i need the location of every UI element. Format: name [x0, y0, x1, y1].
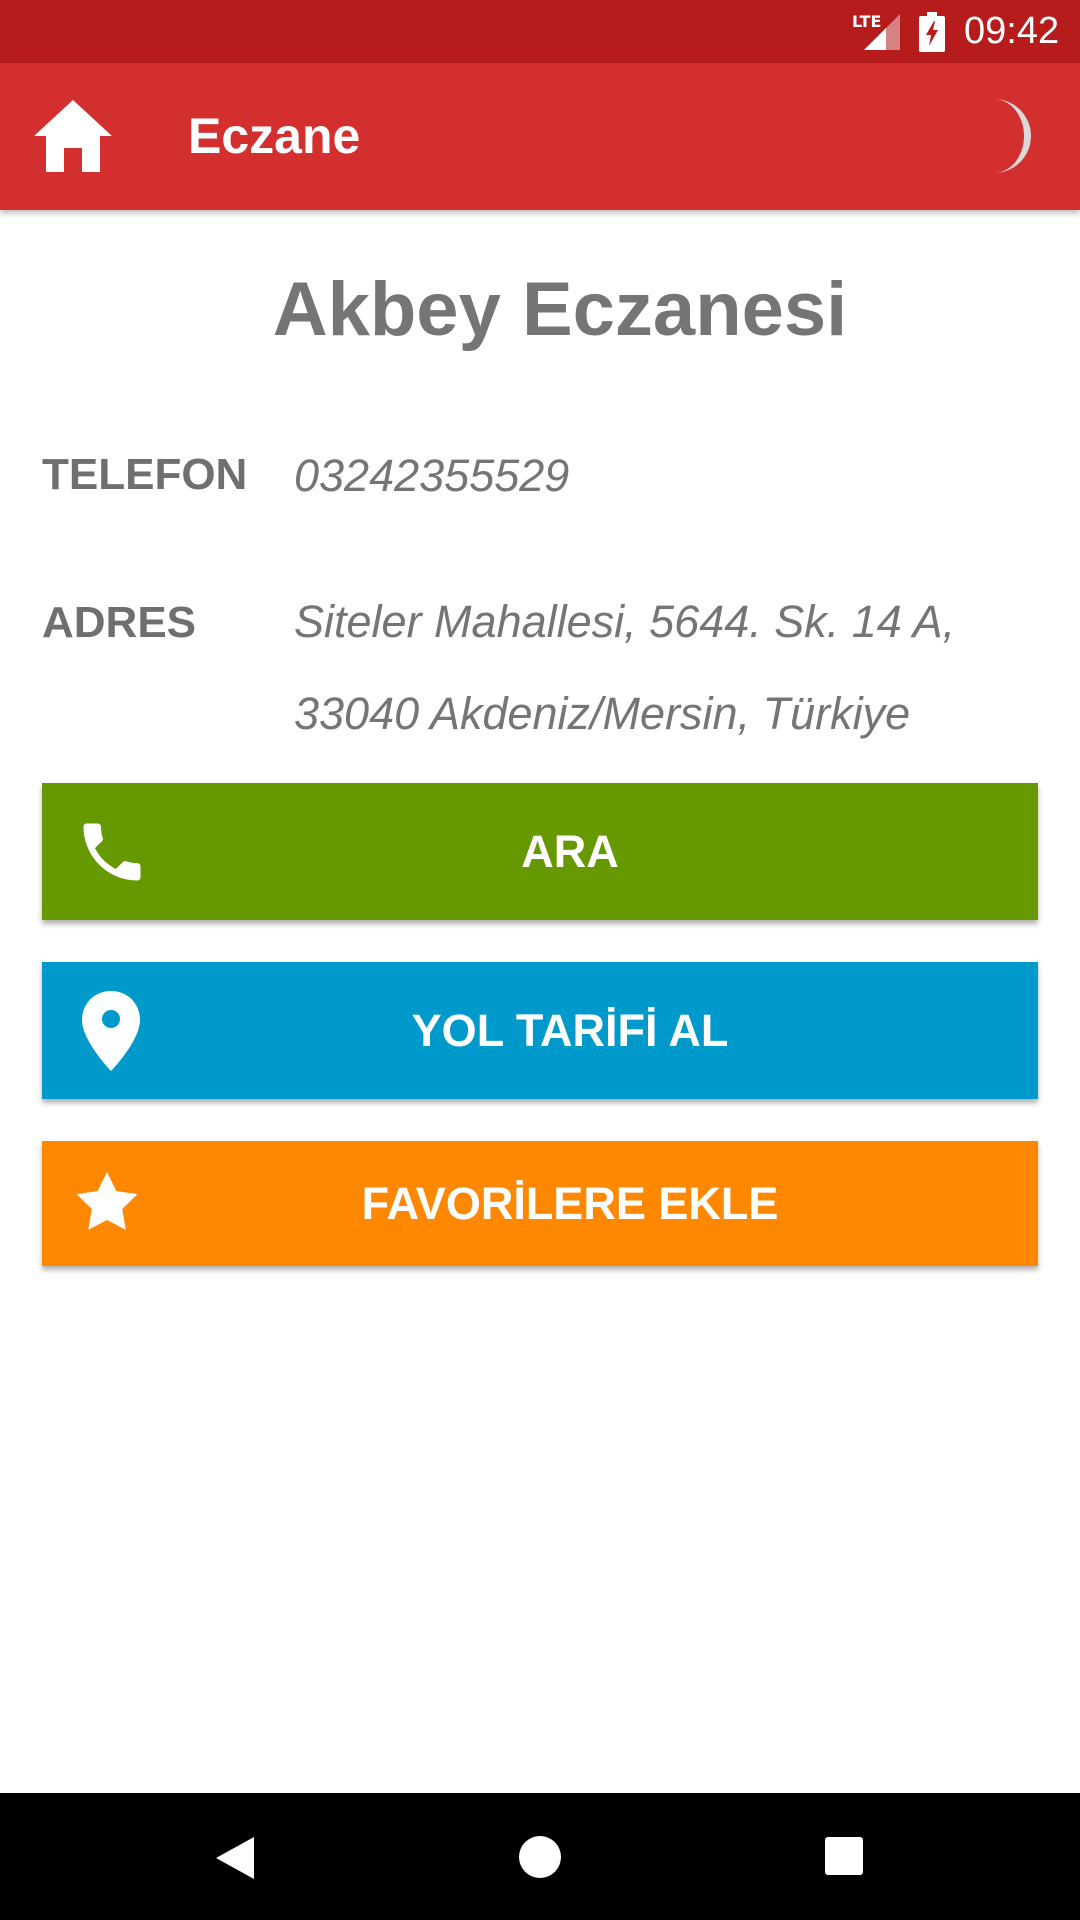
status-bar: LTE 09:42 — [0, 0, 1080, 63]
home-icon[interactable] — [32, 98, 114, 174]
pharmacy-detail: Akbey Eczanesi TELEFON 03242355529 ADRES… — [0, 210, 1080, 1793]
call-button[interactable]: ARA — [42, 783, 1038, 920]
address-line-2: 33040 Akdeniz/Mersin, Türkiye — [294, 688, 911, 739]
pharmacy-name: Akbey Eczanesi — [272, 267, 848, 352]
lte-signal-icon: LTE — [852, 12, 902, 52]
recents-icon[interactable] — [824, 1836, 864, 1876]
address-value: Siteler Mahallesi, 5644. Sk. 14 A, 33040… — [294, 576, 1034, 760]
phone-label: TELEFON — [42, 450, 248, 499]
system-nav-bar — [0, 1793, 1080, 1920]
status-time: 09:42 — [964, 10, 1060, 52]
app-bar: Eczane — [0, 63, 1080, 210]
address-label: ADRES — [42, 598, 197, 647]
app-title: Eczane — [188, 108, 361, 164]
directions-button-label: YOL TARİFİ AL — [411, 1004, 729, 1056]
directions-button[interactable]: YOL TARİFİ AL — [42, 962, 1038, 1099]
moon-icon[interactable] — [972, 97, 1034, 175]
address-line-1: Siteler Mahallesi, 5644. Sk. 14 A, — [294, 596, 956, 647]
nav-home-icon[interactable] — [518, 1835, 562, 1879]
add-favorite-button-label: FAVORİLERE EKLE — [361, 1177, 779, 1229]
call-button-label: ARA — [521, 825, 619, 877]
back-icon[interactable] — [214, 1835, 256, 1881]
add-favorite-button[interactable]: FAVORİLERE EKLE — [42, 1141, 1038, 1266]
battery-charging-icon — [919, 12, 945, 52]
phone-value: 03242355529 — [294, 450, 570, 501]
